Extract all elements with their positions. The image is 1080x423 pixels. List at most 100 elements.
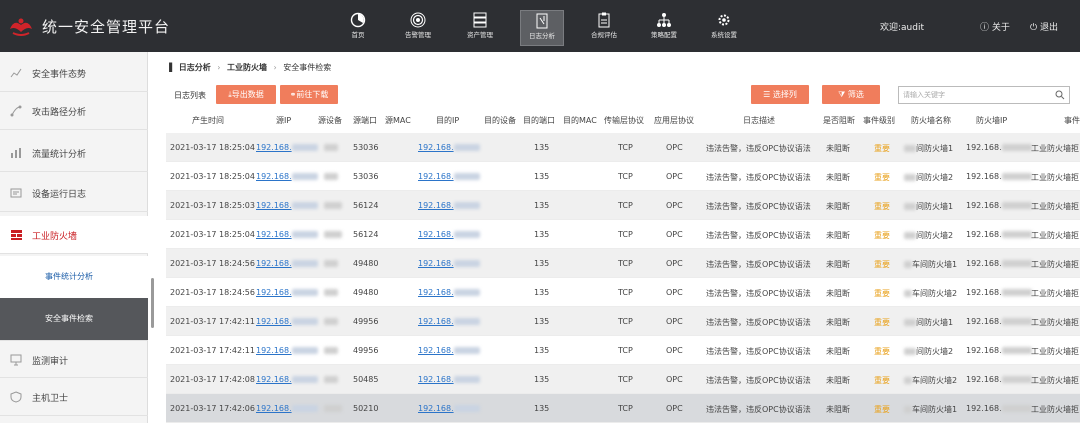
goto-download-button[interactable]: ⚭前往下载 [280,85,338,104]
list-icon: ☰ [763,90,773,99]
column-header[interactable]: 目的端口 [523,115,555,126]
nav-item-assets[interactable]: 资产管理 [458,10,502,46]
cell-dst-port: 135 [534,317,550,326]
table-row[interactable]: 2021-03-17 18:25:04 192.168. 53036 192.1… [166,162,1080,191]
cell-src-ip[interactable]: 192.168. [256,143,318,152]
sidebar-item-security-trend[interactable]: 安全事件态势 [0,54,148,92]
cell-description: 违法告警，违反OPC协议语法 [706,289,811,298]
cell-blocked: 未阻断 [826,173,850,182]
column-header[interactable]: 传输层协议 [604,115,644,126]
cell-dst-ip[interactable]: 192.168. [418,288,480,297]
column-header[interactable]: 应用层协议 [654,115,694,126]
cell-time: 2021-03-17 18:24:56 [170,259,255,268]
cell-src-ip[interactable]: 192.168. [256,259,318,268]
logout-link[interactable]: ⏻ 退出 [1030,20,1058,33]
cell-src-ip[interactable]: 192.168. [256,375,318,384]
cell-dst-ip[interactable]: 192.168. [418,375,480,384]
cell-dst-ip[interactable]: 192.168. [418,172,480,181]
sidebar-item-industrial-firewall[interactable]: 工业防火墙 [0,216,148,254]
column-header[interactable]: 事件级别 [863,115,895,126]
table-row[interactable]: 2021-03-17 18:25:03 192.168. 56124 192.1… [166,191,1080,220]
column-header[interactable]: 防火墙名称 [911,115,951,126]
cell-level: 重要 [874,318,890,327]
cell-transport: TCP [618,230,633,239]
table-row[interactable]: 2021-03-17 17:42:08 192.168. 50485 192.1… [166,365,1080,394]
breadcrumb-item[interactable]: 工业防火墙 [227,63,267,72]
cell-src-device [324,288,338,297]
nav-label: 日志分析 [529,32,555,40]
select-columns-button[interactable]: ☰ 选择列 [751,85,809,104]
cell-src-port: 50485 [353,375,379,384]
column-header[interactable]: 日志描述 [743,115,775,126]
column-header[interactable]: 源MAC [385,115,411,126]
sidebar-item-monitor-audit[interactable]: 监测审计 [0,340,148,378]
column-header[interactable]: 防火墙IP [976,115,1007,126]
column-header[interactable]: 源设备 [318,115,342,126]
breadcrumb-item[interactable]: 日志分析 [179,63,211,72]
column-header[interactable]: 源端口 [353,115,377,126]
cell-transport: TCP [618,288,633,297]
nav-item-compliance[interactable]: 合规评估 [582,10,626,46]
about-link[interactable]: ⓘ 关于 [980,20,1010,33]
search-icon[interactable] [1055,90,1065,100]
cell-src-ip[interactable]: 192.168. [256,288,318,297]
cell-dst-ip[interactable]: 192.168. [418,143,480,152]
cell-blocked: 未阻断 [826,231,850,240]
cell-src-ip[interactable]: 192.168. [256,230,318,239]
export-button[interactable]: ⤓导出数据 [216,85,276,104]
cell-dst-ip[interactable]: 192.168. [418,346,480,355]
cell-src-ip[interactable]: 192.168. [256,317,318,326]
column-header[interactable]: 产生时间 [192,115,224,126]
cell-dst-ip[interactable]: 192.168. [418,230,480,239]
column-header[interactable]: 目的MAC [563,115,597,126]
cell-app-protocol: OPC [666,143,683,152]
cell-transport: TCP [618,172,633,181]
column-header[interactable]: 目的IP [436,115,459,126]
sidebar-item-label: 主机卫士 [32,394,69,404]
cell-dst-ip[interactable]: 192.168. [418,317,480,326]
cell-transport: TCP [618,317,633,326]
nav-item-home[interactable]: 首页 [336,10,380,46]
logout-icon: ⏻ [1030,23,1038,33]
search-input[interactable]: 请输入关键字 [898,86,1070,104]
cell-src-ip[interactable]: 192.168. [256,172,318,181]
table-row[interactable]: 2021-03-17 18:24:56 192.168. 49480 192.1… [166,278,1080,307]
sidebar-item-label: 攻击路径分析 [32,108,87,118]
cell-dst-ip[interactable]: 192.168. [418,404,480,413]
table-row[interactable]: 2021-03-17 18:25:04 192.168. 53036 192.1… [166,133,1080,162]
table-row[interactable]: 2021-03-17 17:42:11 192.168. 49956 192.1… [166,307,1080,336]
column-header[interactable]: 事件 [1064,115,1080,126]
cell-src-ip[interactable]: 192.168. [256,404,318,413]
sidebar-item-device-log[interactable]: 设备运行日志 [0,174,148,212]
sidebar-subitem-event-stats[interactable]: 事件统计分析 [0,256,148,298]
cell-src-ip[interactable]: 192.168. [256,201,318,210]
nav-label: 系统设置 [711,31,737,39]
sidebar-item-traffic-stats[interactable]: 流量统计分析 [0,134,148,172]
nav-item-policy[interactable]: 策略配置 [642,10,686,46]
cell-fw-ip: 192.168. [966,288,1032,297]
table-row[interactable]: 2021-03-17 17:42:11 192.168. 49956 192.1… [166,336,1080,365]
nav-item-settings[interactable]: 系统设置 [702,10,746,46]
column-header[interactable]: 是否阻断 [823,115,855,126]
cell-src-port: 53036 [353,172,379,181]
sidebar-item-attack-path[interactable]: 攻击路径分析 [0,92,148,130]
table-row[interactable]: 2021-03-17 18:24:56 192.168. 49480 192.1… [166,249,1080,278]
nav-item-log-analysis[interactable]: 日志分析 [520,10,564,46]
logout-label: 退出 [1040,23,1059,33]
cell-src-ip[interactable]: 192.168. [256,346,318,355]
cell-dst-port: 135 [534,143,550,152]
filter-button[interactable]: ⧩ 筛选 [822,85,880,104]
sidebar-scrollbar[interactable] [151,278,154,328]
table-row[interactable]: 2021-03-17 17:42:06 192.168. 50210 192.1… [166,394,1080,423]
nav-label: 告警管理 [405,31,431,39]
sidebar-item-label: 流量统计分析 [32,150,87,160]
table-row[interactable]: 2021-03-17 18:25:04 192.168. 56124 192.1… [166,220,1080,249]
cell-dst-ip[interactable]: 192.168. [418,201,480,210]
column-header[interactable]: 目的设备 [484,115,516,126]
sidebar-subitem-event-search[interactable]: 安全事件检索 [0,298,148,340]
nav-item-alerts[interactable]: 告警管理 [396,10,440,46]
column-header[interactable]: 源IP [276,115,291,126]
sidebar-item-host-guard[interactable]: 主机卫士 [0,378,148,416]
cell-dst-ip[interactable]: 192.168. [418,259,480,268]
server-icon [473,12,487,28]
